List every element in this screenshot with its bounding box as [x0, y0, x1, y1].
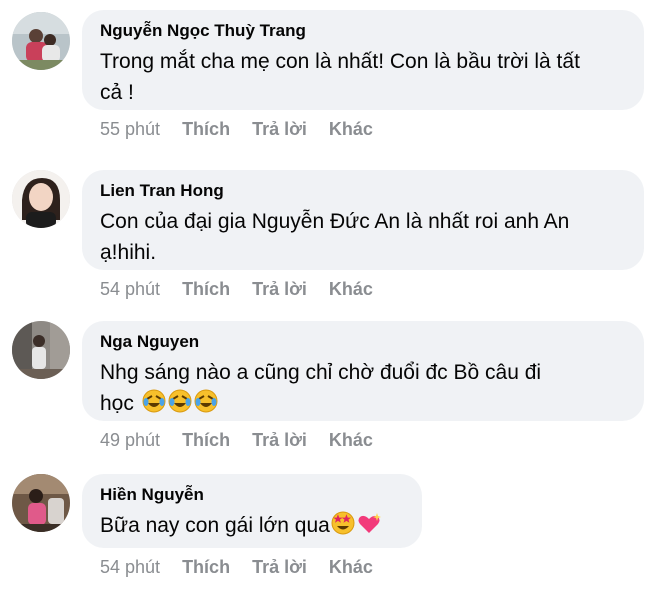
comment-actions: 54 phút Thích Trả lời Khác	[100, 278, 373, 300]
like-button[interactable]: Thích	[182, 429, 230, 451]
more-button[interactable]: Khác	[329, 556, 373, 578]
avatar-photo	[12, 474, 70, 532]
comment-timestamp[interactable]: 54 phút	[100, 278, 160, 300]
avatar[interactable]	[12, 12, 70, 70]
commenter-name[interactable]: Nguyễn Ngọc Thuỳ Trang	[100, 20, 626, 42]
star-struck-emoji	[331, 511, 355, 535]
comment-text-line: Con của đại gia Nguyễn Đức An là nhất ro…	[100, 210, 570, 233]
avatar[interactable]	[12, 321, 70, 379]
rolling-laughing-emoji	[142, 389, 166, 413]
comment-text: Bữa nay con gái lớn qua	[100, 510, 404, 541]
comment-actions: 55 phút Thích Trả lời Khác	[100, 118, 373, 140]
comment-bubble: Nguyễn Ngọc Thuỳ Trang Trong mắt cha mẹ …	[82, 10, 644, 110]
comment-text-line: ạ!hihi.	[100, 241, 157, 264]
sparkling-heart-emoji	[358, 513, 381, 533]
avatar-photo	[12, 321, 70, 379]
reply-button[interactable]: Trả lời	[252, 429, 307, 451]
comment-timestamp[interactable]: 54 phút	[100, 556, 160, 578]
comment-text: Nhg sáng nào a cũng chỉ chờ đuổi đc Bồ c…	[100, 357, 626, 419]
rolling-laughing-emoji	[168, 389, 192, 413]
comment-timestamp[interactable]: 49 phút	[100, 429, 160, 451]
comment-text-line: Trong mắt cha mẹ con là nhất! Con là bầu…	[100, 50, 580, 73]
commenter-name[interactable]: Lien Tran Hong	[100, 180, 626, 202]
comment-text-line: Bữa nay con gái lớn qua	[100, 514, 330, 537]
more-button[interactable]: Khác	[329, 118, 373, 140]
avatar-photo	[12, 170, 70, 228]
comment-bubble: Hiền Nguyễn Bữa nay con gái lớn qua	[82, 474, 422, 548]
comment-text-line: Nhg sáng nào a cũng chỉ chờ đuổi đc Bồ c…	[100, 361, 542, 384]
comment-actions: 54 phút Thích Trả lời Khác	[100, 556, 373, 578]
comment-text: Con của đại gia Nguyễn Đức An là nhất ro…	[100, 206, 626, 268]
comment-text: Trong mắt cha mẹ con là nhất! Con là bầu…	[100, 46, 626, 108]
more-button[interactable]: Khác	[329, 429, 373, 451]
avatar[interactable]	[12, 170, 70, 228]
comment-bubble: Nga Nguyen Nhg sáng nào a cũng chỉ chờ đ…	[82, 321, 644, 421]
comment-text-line: cả !	[100, 81, 134, 104]
reply-button[interactable]: Trả lời	[252, 278, 307, 300]
emoji-group	[142, 389, 218, 413]
comment-bubble: Lien Tran Hong Con của đại gia Nguyễn Đứ…	[82, 170, 644, 270]
like-button[interactable]: Thích	[182, 278, 230, 300]
reply-button[interactable]: Trả lời	[252, 556, 307, 578]
emoji-group	[331, 511, 381, 535]
comment-actions: 49 phút Thích Trả lời Khác	[100, 429, 373, 451]
reply-button[interactable]: Trả lời	[252, 118, 307, 140]
like-button[interactable]: Thích	[182, 118, 230, 140]
commenter-name[interactable]: Nga Nguyen	[100, 331, 626, 353]
more-button[interactable]: Khác	[329, 278, 373, 300]
avatar[interactable]	[12, 474, 70, 532]
commenter-name[interactable]: Hiền Nguyễn	[100, 484, 404, 506]
avatar-photo	[12, 12, 70, 70]
rolling-laughing-emoji	[194, 389, 218, 413]
like-button[interactable]: Thích	[182, 556, 230, 578]
comment-text-line: học	[100, 392, 134, 415]
comment-timestamp[interactable]: 55 phút	[100, 118, 160, 140]
